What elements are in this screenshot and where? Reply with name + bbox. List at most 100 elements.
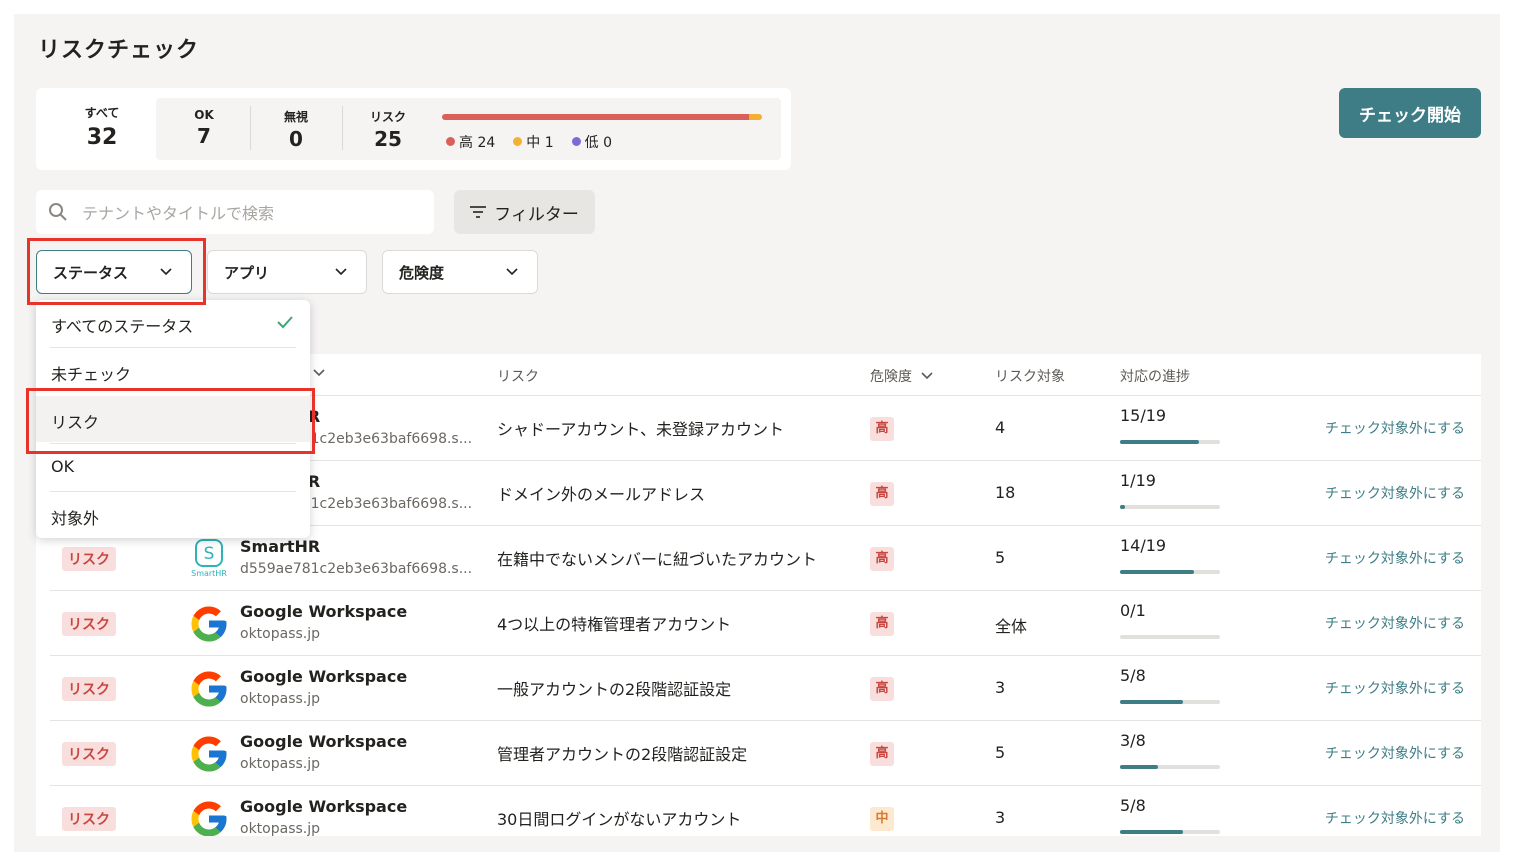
search-input[interactable]	[80, 198, 424, 228]
highlight-status-select	[27, 238, 206, 305]
dot-icon	[513, 137, 523, 146]
stat-ok[interactable]: OK 7	[174, 108, 234, 148]
progress-text: 0/1	[1120, 601, 1146, 620]
page-title: リスクチェック	[38, 38, 200, 63]
stat-ignored-value: 0	[289, 127, 303, 151]
risk-target-count: 18	[995, 483, 1016, 502]
filter-icon	[470, 206, 487, 218]
risk-title[interactable]: 4つ以上の特権管理者アカウント	[497, 611, 731, 635]
stat-risk-value: 25	[374, 127, 402, 151]
risk-title[interactable]: 在籍中でないメンバーに紐づいたアカウント	[497, 546, 817, 570]
progress-text: 3/8	[1120, 731, 1146, 750]
risk-target-count: 全体	[995, 617, 1028, 636]
progress-fill	[1120, 505, 1125, 509]
progress-fill	[1120, 570, 1194, 574]
severity-select[interactable]: 危険度	[382, 250, 538, 294]
app-name[interactable]: Google Workspace	[240, 602, 407, 621]
search-icon	[49, 203, 67, 221]
svg-text:S: S	[204, 544, 215, 564]
risk-title[interactable]: シャドーアカウント、未登録アカウント	[497, 416, 784, 440]
severity-badge: 高	[870, 742, 894, 766]
dropdown-item-label: 対象外	[51, 509, 100, 528]
column-header-severity-label: 危険度	[870, 369, 912, 385]
app-select[interactable]: アプリ	[207, 250, 367, 294]
exclude-check-link[interactable]: チェック対象外にする	[1325, 613, 1465, 633]
stat-ignored[interactable]: 無視 0	[266, 108, 326, 151]
chevron-down-icon	[921, 372, 934, 380]
exclude-check-link[interactable]: チェック対象外にする	[1325, 743, 1465, 763]
dropdown-item-label: すべてのステータス	[51, 317, 194, 336]
dot-icon	[446, 137, 455, 146]
dropdown-item-all[interactable]: すべてのステータス	[36, 300, 310, 346]
dropdown-item-label: 未チェック	[51, 365, 132, 384]
risk-target-count: 5	[995, 743, 1006, 762]
risk-severity-bar	[442, 114, 762, 120]
exclude-check-link[interactable]: チェック対象外にする	[1325, 548, 1465, 568]
severity-badge: 高	[870, 612, 894, 636]
chevron-down-icon	[506, 268, 518, 276]
stat-all-label: すべて	[84, 106, 120, 120]
severity-select-label: 危険度	[399, 264, 445, 282]
exclude-check-link[interactable]: チェック対象外にする	[1325, 483, 1465, 503]
exclude-check-link[interactable]: チェック対象外にする	[1325, 418, 1465, 438]
status-badge: リスク	[62, 547, 116, 571]
progress-text: 14/19	[1120, 536, 1167, 555]
table-row[interactable]: リスク Google Workspace oktopass.jp 一般アカウント…	[50, 655, 1481, 721]
column-header-progress: 対応の進捗	[1120, 369, 1190, 385]
highlight-risk-option	[26, 388, 315, 454]
column-header-severity[interactable]: 危険度	[870, 366, 934, 386]
filter-button-label: フィルター	[494, 204, 579, 225]
progress-text: 15/19	[1120, 406, 1167, 425]
app-name[interactable]: Google Workspace	[240, 732, 407, 751]
google-logo-icon	[188, 733, 230, 775]
progress-bar	[1120, 505, 1220, 509]
risk-title[interactable]: ドメイン外のメールアドレス	[497, 481, 705, 505]
exclude-check-link[interactable]: チェック対象外にする	[1325, 678, 1465, 698]
progress-text: 5/8	[1120, 666, 1146, 685]
filter-button[interactable]: フィルター	[454, 190, 595, 234]
severity-badge: 高	[870, 677, 894, 701]
column-header-target: リスク対象	[995, 369, 1065, 385]
stat-risk-label: リスク	[369, 110, 406, 124]
table-row[interactable]: リスク Google Workspace oktopass.jp 4つ以上の特権…	[50, 590, 1481, 656]
search-box[interactable]	[36, 190, 434, 234]
app-sort-header[interactable]	[312, 366, 326, 382]
app-name[interactable]: Google Workspace	[240, 797, 407, 816]
progress-fill	[1120, 440, 1199, 444]
risk-bar-mid	[749, 114, 762, 120]
risk-bar-high	[442, 114, 750, 120]
risk-title[interactable]: 30日間ログインがないアカウント	[497, 806, 741, 830]
app-name[interactable]: Google Workspace	[240, 667, 407, 686]
dropdown-item-excluded[interactable]: 対象外	[36, 492, 310, 538]
risk-title[interactable]: 一般アカウントの2段階認証設定	[497, 676, 731, 700]
app-tenant: oktopass.jp	[240, 821, 321, 836]
risk-target-count: 3	[995, 678, 1006, 697]
progress-fill	[1120, 700, 1183, 704]
column-header-risk: リスク	[497, 369, 539, 385]
progress-text: 5/8	[1120, 796, 1146, 815]
stat-all[interactable]: すべて 32	[72, 104, 132, 150]
progress-bar	[1120, 830, 1220, 834]
stat-all-value: 32	[86, 125, 118, 150]
progress-fill	[1120, 830, 1183, 834]
risk-legend: 高 24 中 1 低 0	[446, 132, 612, 152]
app-name[interactable]: SmartHR	[240, 537, 320, 556]
stat-risk[interactable]: リスク 25	[358, 108, 418, 151]
table-row[interactable]: リスク Google Workspace oktopass.jp 管理者アカウン…	[50, 720, 1481, 786]
stats-breakdown: OK 7 無視 0 リスク 25 高 24 中 1 低 0	[156, 98, 781, 160]
app-tenant: d559ae781c2eb3e63baf6698.s...	[240, 561, 473, 577]
progress-bar	[1120, 440, 1220, 444]
table-row[interactable]: リスク Google Workspace oktopass.jp 30日間ログイ…	[50, 785, 1481, 836]
risk-target-count: 4	[995, 418, 1006, 437]
risk-title[interactable]: 管理者アカウントの2段階認証設定	[497, 741, 747, 765]
smarthr-logo-icon: S SmartHR	[188, 538, 230, 580]
legend-mid: 中 1	[513, 132, 554, 152]
app-tenant: oktopass.jp	[240, 756, 321, 772]
progress-fill	[1120, 765, 1158, 769]
exclude-check-link[interactable]: チェック対象外にする	[1325, 808, 1465, 828]
status-badge: リスク	[62, 677, 116, 701]
start-check-button[interactable]: チェック開始	[1339, 88, 1481, 138]
risk-target-count: 3	[995, 808, 1006, 827]
chevron-down-icon	[313, 369, 325, 377]
severity-badge: 高	[870, 547, 894, 571]
